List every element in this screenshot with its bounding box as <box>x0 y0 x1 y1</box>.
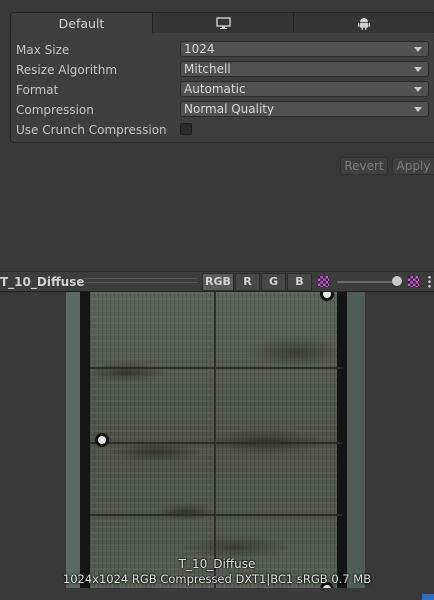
format-label: Format <box>16 83 59 97</box>
compression-value: Normal Quality <box>184 102 275 116</box>
preview-title: T_10_Diffuse <box>0 275 85 289</box>
channel-r-button[interactable]: R <box>235 273 260 291</box>
use-crunch-checkbox[interactable] <box>180 123 192 135</box>
preview-toolbar: T_10_Diffuse RGB R G B <box>0 271 434 292</box>
rivet-icon <box>95 433 109 447</box>
revert-button[interactable]: Revert <box>340 157 388 175</box>
resize-algorithm-dropdown[interactable]: Mitchell <box>180 61 429 77</box>
format-dropdown[interactable]: Automatic <box>180 81 429 97</box>
tab-standalone[interactable] <box>153 12 294 34</box>
chevron-down-icon <box>414 47 422 52</box>
format-value: Automatic <box>184 82 246 96</box>
texture-name: T_10_Diffuse <box>178 557 256 571</box>
texture-info: 1024x1024 RGB Compressed DXT1|BC1 sRGB 0… <box>62 572 372 586</box>
mip-small-icon <box>318 276 329 287</box>
use-crunch-label: Use Crunch Compression <box>16 123 167 137</box>
resize-algorithm-value: Mitchell <box>184 62 231 76</box>
texture-preview-image <box>66 292 365 588</box>
max-size-dropdown[interactable]: 1024 <box>180 41 429 57</box>
drag-handle[interactable] <box>83 278 198 283</box>
tab-default-label: Default <box>58 15 105 31</box>
max-size-label: Max Size <box>16 43 70 57</box>
tab-default[interactable]: Default <box>10 12 153 34</box>
resize-algorithm-label: Resize Algorithm <box>16 63 118 77</box>
mip-large-icon <box>408 276 419 287</box>
chevron-down-icon <box>414 87 422 92</box>
compression-dropdown[interactable]: Normal Quality <box>180 101 429 117</box>
chevron-down-icon <box>414 107 422 112</box>
mip-slider[interactable] <box>337 281 397 283</box>
status-indicator <box>422 594 434 600</box>
more-options-icon[interactable] <box>428 275 431 288</box>
channel-rgb-button[interactable]: RGB <box>202 273 234 291</box>
apply-button[interactable]: Apply <box>392 157 434 175</box>
platform-tabs: Default <box>10 12 434 34</box>
channel-g-button[interactable]: G <box>261 273 286 291</box>
texture-preview-area: T_10_Diffuse 1024x1024 RGB Compressed DX… <box>0 292 434 600</box>
max-size-value: 1024 <box>184 42 215 56</box>
channel-b-button[interactable]: B <box>287 273 312 291</box>
tab-android[interactable] <box>294 12 434 34</box>
android-icon <box>357 17 370 30</box>
chevron-down-icon <box>414 67 422 72</box>
monitor-icon <box>215 17 231 29</box>
compression-label: Compression <box>16 103 94 117</box>
mip-slider-handle[interactable] <box>392 276 402 286</box>
